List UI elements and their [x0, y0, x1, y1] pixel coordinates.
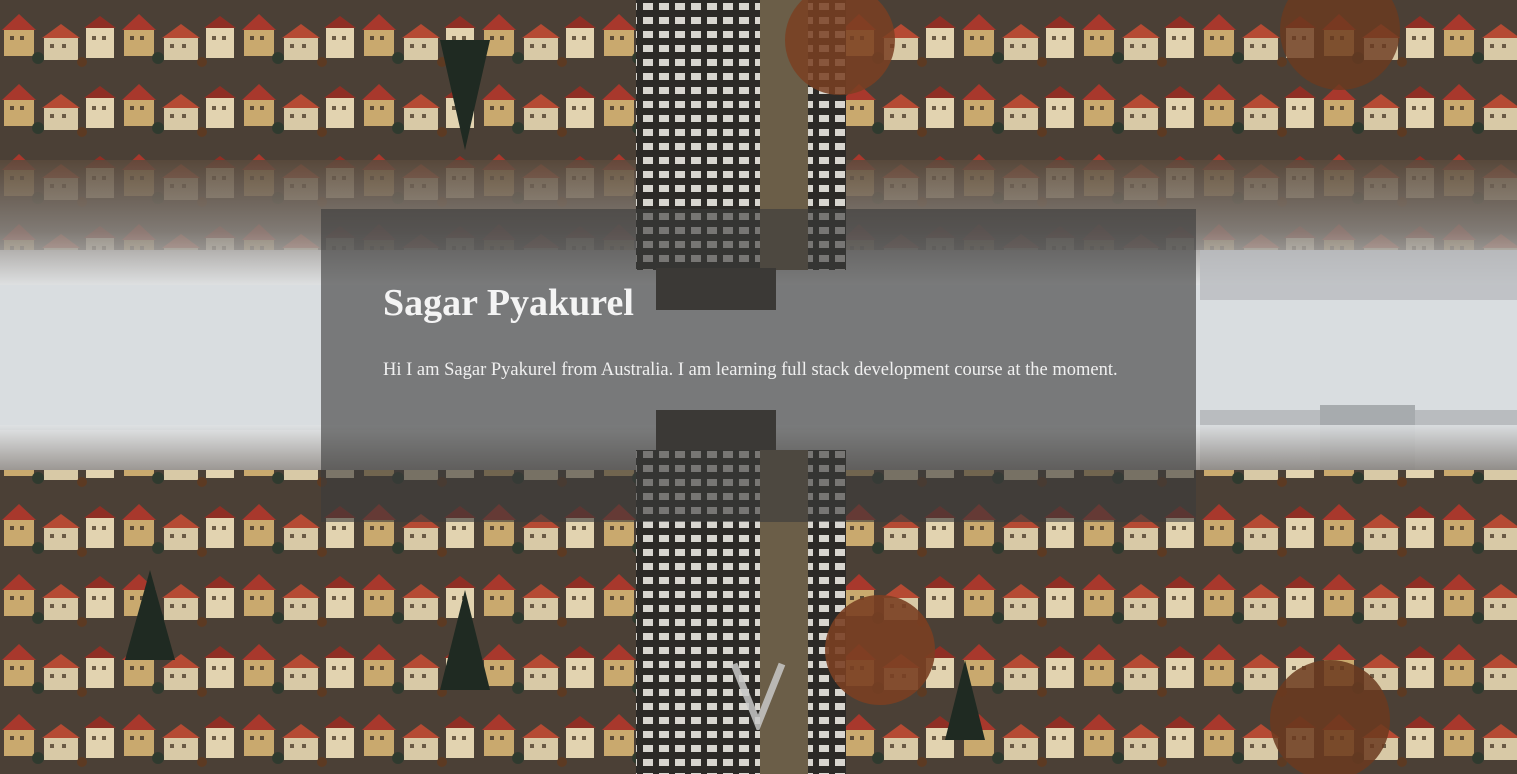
profile-name: Sagar Pyakurel	[383, 282, 634, 324]
profile-bio: Hi I am Sagar Pyakurel from Australia. I…	[383, 360, 1118, 380]
scroll-down-button[interactable]	[728, 660, 788, 734]
chevron-down-icon	[730, 662, 786, 734]
intro-card: Sagar Pyakurel Hi I am Sagar Pyakurel fr…	[321, 209, 1196, 522]
